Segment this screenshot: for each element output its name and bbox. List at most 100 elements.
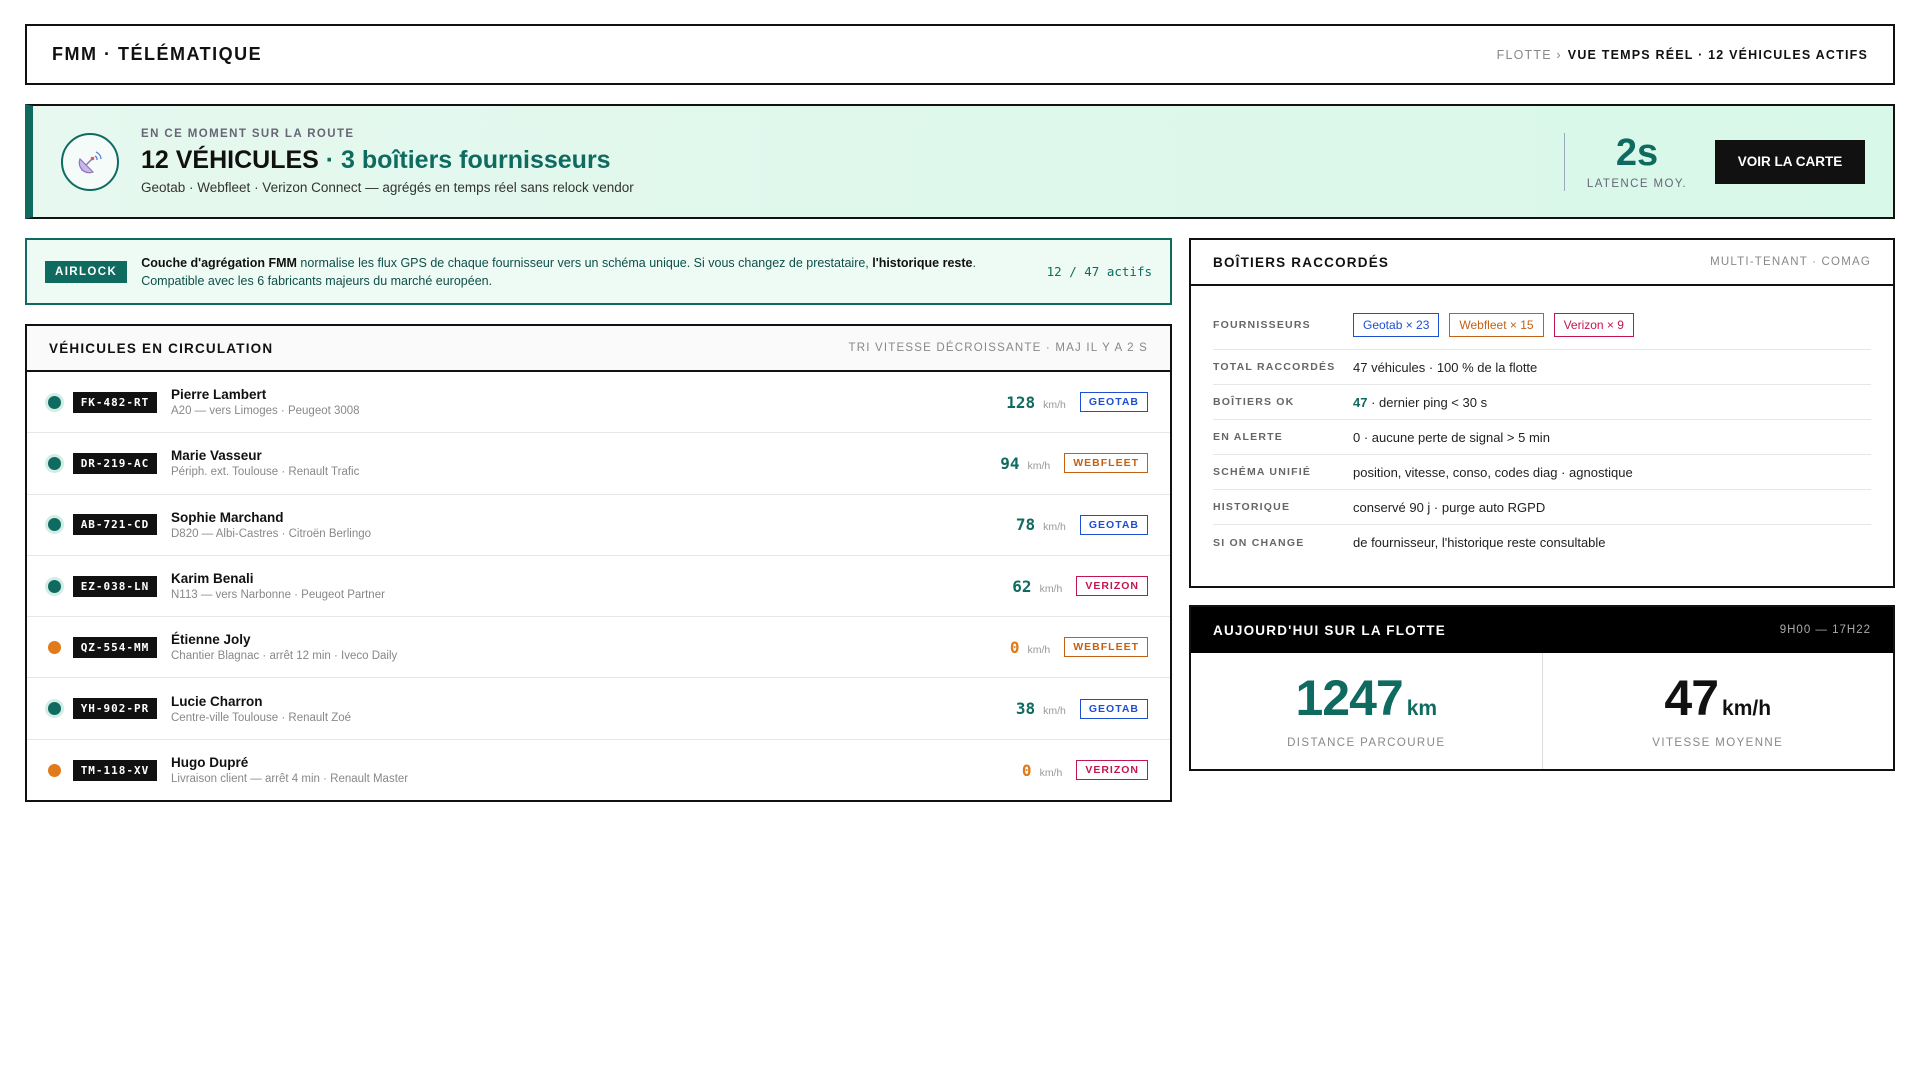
- speed-unit: km/h: [1043, 398, 1066, 411]
- hero-title-main: 12 VÉHICULES: [141, 146, 319, 174]
- vehicle-speed: 78 km/h: [1016, 515, 1066, 534]
- vehicle-speed: 62 km/h: [1012, 577, 1062, 596]
- change-label: SI ON CHANGE: [1213, 536, 1305, 549]
- airlock-text: Couche d'agrégation FMM normalise les fl…: [141, 254, 976, 290]
- status-dot-icon: [48, 640, 61, 654]
- vehicle-location: Périph. ext. Toulouse · Renault Trafic: [171, 466, 360, 479]
- license-plate: EZ-038-LN: [73, 575, 157, 597]
- vehicle-location: Centre-ville Toulouse · Renault Zoé: [171, 711, 352, 724]
- speed-value: 0: [1021, 760, 1032, 780]
- airlock-line-2: Compatible avec les 6 fabricants majeurs…: [141, 273, 493, 288]
- distance-unit: km: [1406, 697, 1438, 720]
- satellite-dish-icon: [61, 132, 119, 191]
- alert-label: EN ALERTE: [1213, 431, 1283, 443]
- ok-label: BOÎTIERS OK: [1213, 396, 1295, 408]
- license-plate: TM-118-XV: [73, 759, 157, 781]
- airlock-count: 12 / 47 actifs: [1046, 264, 1152, 279]
- airlock-text-1: normalise les flux GPS de chaque fournis…: [296, 255, 873, 270]
- provider-chips: Geotab × 23 Webfleet × 15 Verizon × 9: [1353, 312, 1634, 337]
- hero-title-accent: · 3 boîtiers fournisseurs: [318, 146, 611, 174]
- vehicle-row[interactable]: QZ-554-MM Étienne Joly Chantier Blagnac · …: [27, 617, 1170, 679]
- ok-rest: · dernier ping < 30 s: [1367, 394, 1488, 410]
- driver-name: Hugo Dupré: [171, 755, 249, 771]
- today-title: AUJOURD'HUI SUR LA FLOTTE: [1213, 622, 1446, 638]
- change-value: de fournisseur, l'historique reste consu…: [1353, 535, 1606, 550]
- ok-row: BOÎTIERS OK 47 · dernier ping < 30 s: [1213, 385, 1871, 420]
- airlock-lead: Couche d'agrégation FMM: [141, 255, 297, 270]
- hero-eyebrow: EN CE MOMENT SUR LA ROUTE: [141, 128, 355, 140]
- status-dot-icon: [48, 702, 61, 716]
- hero-divider: [1563, 132, 1565, 191]
- provider-tag: GEOTAB: [1079, 698, 1148, 719]
- vehicle-speed: 94 km/h: [1000, 454, 1050, 473]
- devices-header: BOÎTIERS RACCORDÉS MULTI-TENANT · COMAG: [1191, 240, 1893, 286]
- license-plate: YH-902-PR: [73, 698, 157, 720]
- speed-value: 94: [1000, 453, 1020, 473]
- today-panel: AUJOURD'HUI SUR LA FLOTTE 9H00 — 17H22 1…: [1189, 605, 1895, 771]
- view-map-button[interactable]: VOIR LA CARTE: [1715, 139, 1865, 184]
- vehicle-row[interactable]: DR-219-AC Marie Vasseur Périph. ext. Toulo…: [27, 433, 1170, 495]
- status-dot-icon: [48, 456, 61, 470]
- history-value: conservé 90 j · purge auto RGPD: [1353, 499, 1546, 515]
- vehicle-row[interactable]: FK-482-RT Pierre Lambert A20 — vers Limoge…: [27, 372, 1170, 434]
- vehicles-sort-meta[interactable]: TRI VITESSE DÉCROISSANTE · MAJ IL Y A 2 …: [848, 342, 1148, 354]
- latency-label: LATENCE MOY.: [1586, 177, 1687, 190]
- vehicle-row[interactable]: YH-902-PR Lucie Charron Centre-ville Toulo…: [27, 678, 1170, 740]
- license-plate: QZ-554-MM: [73, 636, 157, 658]
- vehicles-panel: VÉHICULES EN CIRCULATION TRI VITESSE DÉC…: [25, 324, 1172, 802]
- driver-name: Lucie Charron: [171, 693, 263, 709]
- total-row: TOTAL RACCORDÉS 47 véhicules · 100 % de …: [1213, 350, 1871, 385]
- vehicle-row[interactable]: TM-118-XV Hugo Dupré Livraison client — ar…: [27, 740, 1170, 801]
- alert-row: EN ALERTE 0 · aucune perte de signal > 5…: [1213, 420, 1871, 455]
- distance-label: DISTANCE PARCOURUE: [1287, 737, 1446, 749]
- vehicle-speed: 128 km/h: [1006, 393, 1066, 412]
- chip-verizon[interactable]: Verizon × 9: [1553, 312, 1634, 337]
- vehicle-location: Chantier Blagnac · arrêt 12 min · Iveco …: [171, 650, 398, 663]
- breadcrumb: FLOTTE › VUE TEMPS RÉEL · 12 VÉHICULES A…: [1497, 48, 1868, 62]
- providers-label: FOURNISSEURS: [1213, 318, 1311, 331]
- alert-value: 0 · aucune perte de signal > 5 min: [1353, 429, 1550, 445]
- license-plate: AB-721-CD: [73, 514, 157, 536]
- vehicle-location: A20 — vers Limoges · Peugeot 3008: [171, 405, 360, 418]
- live-status-banner: EN CE MOMENT SUR LA ROUTE 12 VÉHICULES ·…: [25, 104, 1895, 219]
- vehicles-title: VÉHICULES EN CIRCULATION: [49, 340, 274, 356]
- chip-webfleet[interactable]: Webfleet × 15: [1449, 312, 1544, 337]
- provider-tag: WEBFLEET: [1064, 453, 1148, 474]
- hero-title: 12 VÉHICULES · 3 boîtiers fournisseurs: [141, 146, 634, 175]
- speed-unit: km/h: [1027, 459, 1051, 472]
- speed-unit: km/h: [1039, 582, 1063, 595]
- license-plate: DR-219-AC: [73, 452, 157, 474]
- schema-value: position, vitesse, conso, codes diag · a…: [1353, 464, 1633, 480]
- breadcrumb-root[interactable]: FLOTTE ›: [1497, 48, 1562, 62]
- distance-value: 1247: [1295, 670, 1403, 726]
- change-row: SI ON CHANGE de fournisseur, l'historiqu…: [1213, 525, 1871, 560]
- vehicle-speed: 0 km/h: [1022, 761, 1062, 780]
- airlock-text-2: .: [972, 255, 976, 270]
- devices-title: BOÎTIERS RACCORDÉS: [1213, 254, 1390, 270]
- airlock-notice: AIRLOCK Couche d'agrégation FMM normalis…: [25, 238, 1172, 305]
- avg-speed-stat: 47 km/h VITESSE MOYENNE: [1541, 653, 1894, 769]
- airlock-badge: AIRLOCK: [45, 260, 128, 283]
- vehicle-location: D820 — Albi-Castres · Citroën Berlingo: [171, 527, 372, 540]
- schema-row: SCHÉMA UNIFIÉ position, vitesse, conso, …: [1213, 455, 1871, 490]
- devices-meta: MULTI-TENANT · COMAG: [1710, 256, 1871, 268]
- provider-tag: VERIZON: [1076, 760, 1148, 781]
- vehicles-header: VÉHICULES EN CIRCULATION TRI VITESSE DÉC…: [27, 326, 1170, 372]
- provider-tag: GEOTAB: [1079, 514, 1148, 535]
- today-time-range: 9H00 — 17H22: [1779, 624, 1871, 636]
- speed-value: 38: [1015, 699, 1036, 719]
- vehicle-speed: 38 km/h: [1016, 699, 1066, 718]
- vehicle-list: FK-482-RT Pierre Lambert A20 — vers Limoge…: [27, 372, 1170, 801]
- status-dot-icon: [48, 395, 61, 409]
- schema-label: SCHÉMA UNIFIÉ: [1213, 466, 1312, 478]
- speed-unit: km/h: [1039, 766, 1063, 779]
- chip-geotab[interactable]: Geotab × 23: [1353, 312, 1440, 337]
- vehicle-location: Livraison client — arrêt 4 min · Renault…: [171, 773, 409, 786]
- vehicle-row[interactable]: EZ-038-LN Karim Benali N113 — vers Narbonn…: [27, 556, 1170, 618]
- driver-name: Sophie Marchand: [171, 509, 284, 525]
- history-label: HISTORIQUE: [1213, 501, 1291, 513]
- driver-name: Karim Benali: [171, 571, 254, 587]
- provider-tag: VERIZON: [1076, 576, 1148, 597]
- vehicle-row[interactable]: AB-721-CD Sophie Marchand D820 — Albi-Cast…: [27, 495, 1170, 556]
- speed-unit: km/h: [1027, 643, 1051, 656]
